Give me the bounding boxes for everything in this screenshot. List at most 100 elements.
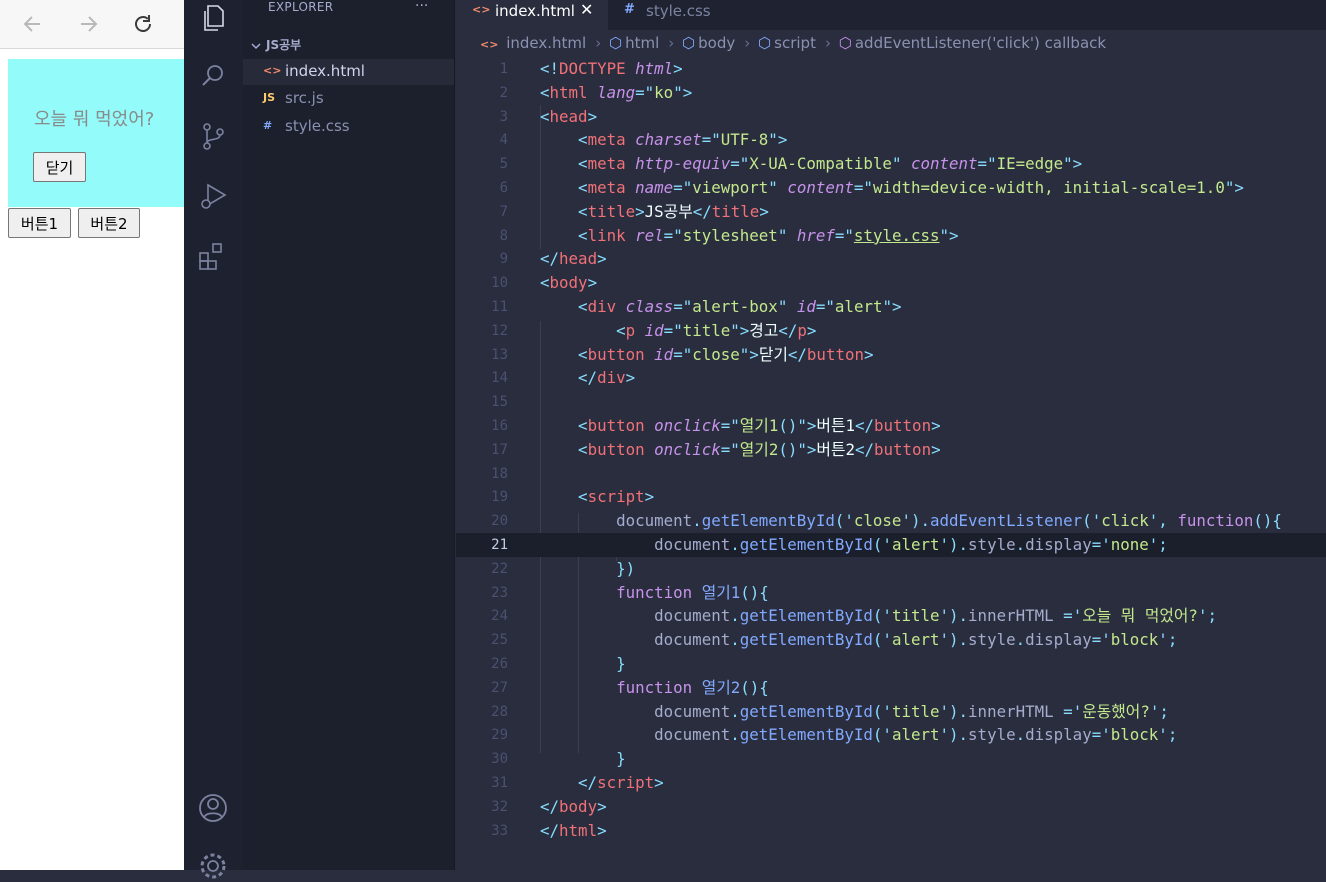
tab-index-html[interactable]: <> index.html ✕ [456, 0, 608, 30]
file-index-html[interactable]: <> index.html [243, 59, 454, 85]
code-line[interactable]: 3 <head> [456, 105, 1326, 129]
line-number: 8 [499, 227, 508, 244]
file-label: style.css [285, 117, 350, 135]
line-number: 25 [491, 632, 508, 649]
reload-icon[interactable] [130, 11, 156, 37]
html-file-icon: <> [480, 38, 499, 51]
code-text: <div class="alert-box" id="alert"> [578, 297, 902, 316]
code-text: function 열기2(){ [616, 677, 769, 697]
file-style-css[interactable]: # style.css [243, 114, 454, 140]
code-line[interactable]: 26 } [456, 652, 1326, 676]
source-control-icon[interactable] [197, 120, 229, 152]
code-line[interactable]: 21 document.getElementById('alert').styl… [456, 533, 1326, 557]
code-line[interactable]: 8 <link rel="stylesheet" href="style.css… [456, 224, 1326, 248]
code-line[interactable]: 9 </head> [456, 247, 1326, 271]
code-line[interactable]: 5 <meta http-equiv="X-UA-Compatible" con… [456, 152, 1326, 176]
breadcrumb-item[interactable]: body [698, 34, 735, 52]
line-number: 29 [491, 727, 508, 744]
code-text: <!DOCTYPE html> [540, 59, 683, 78]
code-line[interactable]: 1 <!DOCTYPE html> [456, 57, 1326, 81]
css-file-icon: # [624, 2, 635, 17]
file-label: src.js [285, 89, 324, 107]
line-number: 22 [491, 560, 508, 577]
code-line[interactable]: 4 <meta charset="UTF-8"> [456, 128, 1326, 152]
close-tab-icon[interactable]: ✕ [580, 0, 593, 19]
code-line[interactable]: 25 document.getElementById('alert').styl… [456, 628, 1326, 652]
code-line[interactable]: 11 <div class="alert-box" id="alert"> [456, 295, 1326, 319]
run-debug-icon[interactable] [197, 180, 229, 212]
breadcrumb: <> index.html › ⬡ html › ⬡ body › ⬡ script › ⬡ a… [480, 34, 1109, 56]
open-button-1[interactable]: 버튼1 [8, 208, 71, 238]
line-number: 32 [491, 798, 508, 815]
line-number: 33 [491, 822, 508, 839]
folder-js-study[interactable]: JS공부 [251, 36, 301, 53]
code-text: </script> [578, 773, 664, 792]
code-text: document.getElementById('alert').style.d… [654, 630, 1178, 650]
code-line[interactable]: 10 <body> [456, 271, 1326, 295]
search-icon[interactable] [197, 60, 229, 92]
chevron-right-icon: › [668, 34, 675, 52]
code-text: <script> [578, 487, 655, 507]
line-number: 30 [491, 751, 508, 768]
code-text: </head> [540, 249, 607, 269]
line-number: 28 [491, 703, 508, 720]
file-src-js[interactable]: JS src.js [243, 86, 454, 112]
code-line[interactable]: 17 <button onclick="열기2()">버튼2</button> [456, 438, 1326, 462]
code-text: </body> [540, 796, 607, 816]
code-line[interactable]: 6 <meta name="viewport" content="width=d… [456, 176, 1326, 200]
code-text: <button id="close">닫기</button> [578, 344, 874, 364]
alert-box: 오늘 뭐 먹었어? 닫기 [8, 59, 184, 207]
forward-arrow-icon[interactable] [75, 11, 101, 37]
code-line[interactable]: 32 </body> [456, 795, 1326, 819]
code-line[interactable]: 13 <button id="close">닫기</button> [456, 343, 1326, 367]
code-line[interactable]: 15 [456, 390, 1326, 414]
breadcrumb-item[interactable]: index.html [506, 34, 586, 52]
alert-title: 오늘 뭐 먹었어? [34, 109, 155, 130]
code-line[interactable]: 27 function 열기2(){ [456, 676, 1326, 700]
open-button-2[interactable]: 버튼2 [78, 208, 140, 238]
code-line[interactable]: 18 [456, 462, 1326, 486]
code-line[interactable]: 16 <button onclick="열기1()">버튼1</button> [456, 414, 1326, 438]
cube-icon: ⬡ [758, 34, 772, 52]
code-line[interactable]: 7 <title>JS공부</title> [456, 200, 1326, 224]
code-line[interactable]: 12 <p id="title">경고</p> [456, 319, 1326, 343]
code-line[interactable]: 19 <script> [456, 485, 1326, 509]
chevron-right-icon: › [824, 34, 831, 52]
browser-preview: 오늘 뭐 먹었어? 닫기 버튼1 버튼2 [0, 0, 184, 870]
code-line[interactable]: 2 <html lang="ko"> [456, 81, 1326, 105]
explorer-files-icon[interactable] [197, 2, 229, 34]
code-text: document.getElementById('alert').style.d… [654, 725, 1178, 745]
code-line[interactable]: 23 function 열기1(){ [456, 581, 1326, 605]
code-text: <meta http-equiv="X-UA-Compatible" conte… [578, 154, 1083, 174]
breadcrumb-item[interactable]: addEventListener('click') callback [855, 34, 1106, 52]
code-line[interactable]: 29 document.getElementById('alert').styl… [456, 723, 1326, 747]
explorer-more-button[interactable]: ··· [415, 0, 428, 14]
code-line[interactable]: 14 </div> [456, 366, 1326, 390]
line-number: 4 [499, 132, 508, 149]
chevron-right-icon: › [595, 34, 602, 52]
code-line[interactable]: 28 document.getElementById('title').inne… [456, 700, 1326, 724]
cube-icon: ⬡ [608, 34, 623, 52]
code-line[interactable]: 30 } [456, 747, 1326, 771]
line-number: 13 [491, 346, 508, 363]
tab-style-css[interactable]: # style.css [608, 0, 734, 30]
code-text: document.getElementById('title').innerHT… [654, 701, 1169, 721]
css-file-icon: # [263, 119, 273, 132]
code-line[interactable]: 24 document.getElementById('title').inne… [456, 604, 1326, 628]
html-file-icon: <> [472, 3, 491, 16]
code-line[interactable]: 31 </script> [456, 771, 1326, 795]
back-arrow-icon[interactable] [20, 11, 46, 37]
extensions-icon[interactable] [197, 240, 229, 272]
tab-label: style.css [646, 2, 711, 20]
breadcrumb-item[interactable]: html [625, 34, 659, 52]
close-button[interactable]: 닫기 [33, 152, 86, 182]
breadcrumb-item[interactable]: script [774, 34, 816, 52]
account-icon[interactable] [197, 792, 229, 824]
code-line[interactable]: 33 </html> [456, 819, 1326, 843]
code-line[interactable]: 20 document.getElementById('close').addE… [456, 509, 1326, 533]
line-number: 20 [491, 513, 508, 530]
line-number: 11 [491, 299, 508, 315]
settings-gear-icon[interactable] [197, 850, 229, 882]
code-line[interactable]: 22 }) [456, 557, 1326, 581]
code-text: <title>JS공부</title> [578, 201, 769, 221]
